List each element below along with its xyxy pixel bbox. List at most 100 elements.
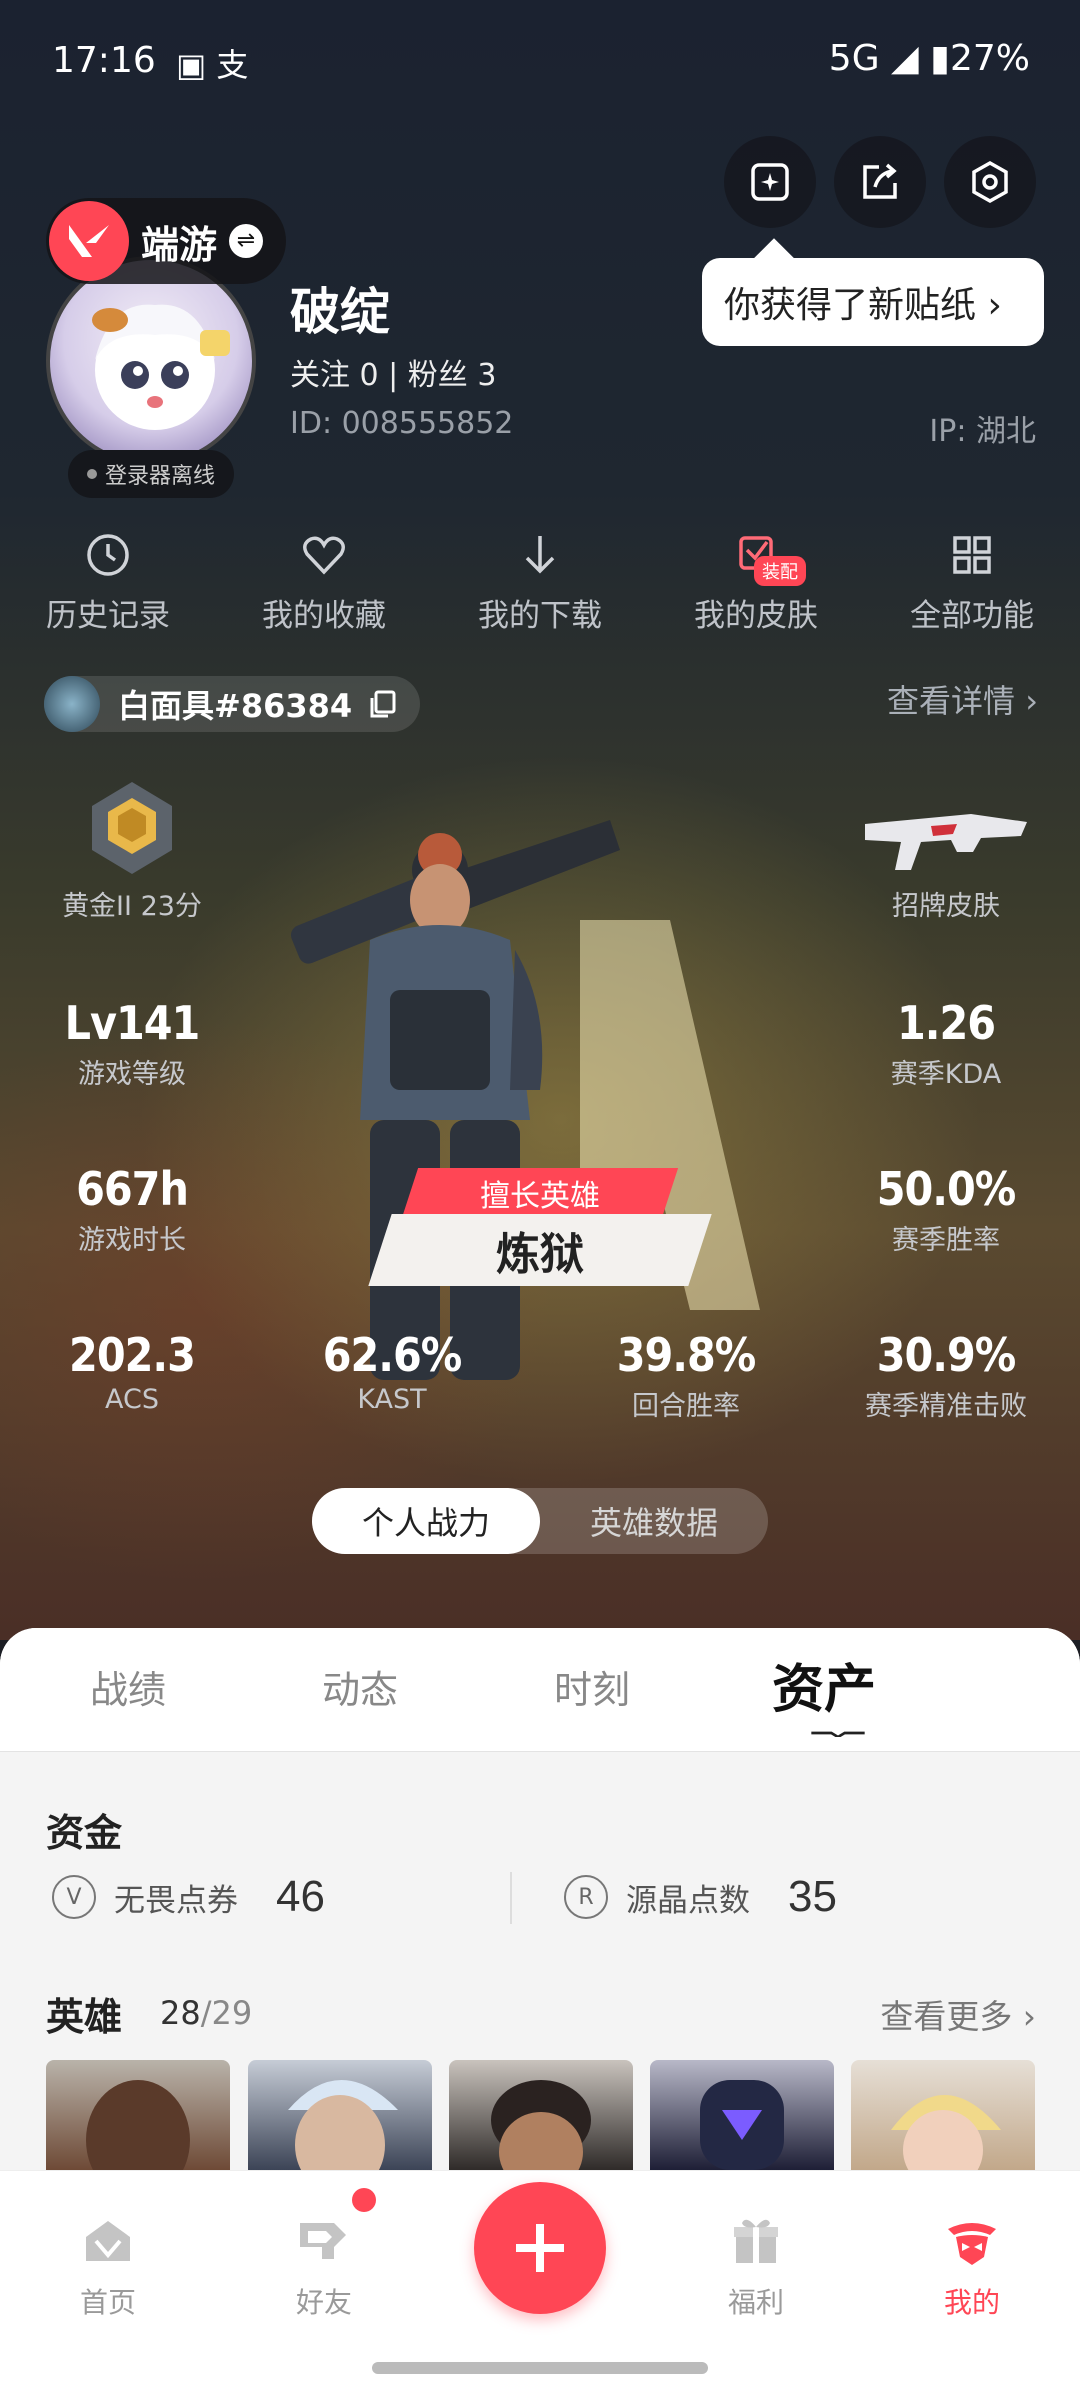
rank-label: 黄金II 23分 <box>62 891 202 922</box>
tab-moments[interactable]: 时刻 <box>476 1628 708 1751</box>
toggle-agent-data[interactable]: 英雄数据 <box>540 1488 768 1554</box>
heroes-count: 28/29 <box>160 1994 252 2032</box>
fund-rp: R 源晶点数 35 <box>564 1872 837 1922</box>
level-label: 游戏等级 <box>78 1059 186 1090</box>
status-time: 17:16 <box>52 40 156 81</box>
riot-id-chip[interactable]: 白面具#86384 <box>44 676 420 732</box>
gift-icon <box>734 2219 778 2263</box>
see-more-heroes[interactable]: 查看更多 › <box>880 1990 1036 2038</box>
hero-card[interactable] <box>650 2060 834 2170</box>
sticker-button[interactable] <box>724 136 816 228</box>
valorant-points-icon: V <box>52 1875 96 1919</box>
vp-label: 无畏点券 <box>114 1882 238 1919</box>
nav-welfare-label: 福利 <box>727 2286 784 2319</box>
notification-icons: ▣ 支 <box>176 46 249 84</box>
heart-icon <box>303 536 345 575</box>
hero-card[interactable] <box>248 2060 432 2170</box>
hero-portrait <box>491 2080 591 2170</box>
kast-value: 62.6% <box>322 1328 463 1382</box>
share-icon <box>863 163 897 199</box>
sticker-icon <box>751 163 789 201</box>
hero-portrait <box>288 2080 398 2170</box>
avatar[interactable] <box>46 256 256 466</box>
swap-icon: ⇌ <box>229 224 264 258</box>
tab-assets[interactable]: 资产 <box>708 1628 940 1751</box>
funds-title: 资金 <box>46 1811 123 1855</box>
funds-divider <box>510 1872 512 1924</box>
quick-downloads[interactable]: 我的下载 <box>432 520 648 650</box>
settings-icon <box>972 160 1008 204</box>
system-status: 5G ◢ ▮27% <box>828 38 1030 79</box>
quick-skins[interactable]: 装配 我的皮肤 <box>648 520 864 650</box>
quick-all-functions-label: 全部功能 <box>910 598 1034 634</box>
home-icon <box>86 2221 130 2261</box>
nav-home-label: 首页 <box>79 2286 136 2319</box>
rank-badge[interactable]: 黄金II 23分 <box>32 778 232 923</box>
stat-round-winrate: 39.8% 回合胜率 <box>586 1328 786 1423</box>
quick-actions: 历史记录 我的收藏 我的下载 装配 我的皮肤 全部功能 <box>0 520 1080 650</box>
view-detail-link[interactable]: 查看详情 › <box>887 676 1038 722</box>
quick-favorites-label: 我的收藏 <box>262 598 386 634</box>
settings-button[interactable] <box>944 136 1036 228</box>
launcher-status-label: 登录器离线 <box>104 464 215 489</box>
hero-card[interactable] <box>851 2060 1035 2170</box>
riot-avatar <box>44 676 100 732</box>
quick-all-functions[interactable]: 全部功能 <box>864 520 1080 650</box>
hero-portrait <box>86 2080 190 2170</box>
hero-card[interactable] <box>449 2060 633 2170</box>
copy-icon[interactable] <box>366 688 398 720</box>
nav-mine-label: 我的 <box>943 2286 1000 2319</box>
download-icon <box>525 536 555 574</box>
skin-label: 招牌皮肤 <box>892 891 1000 922</box>
user-id: ID: 008555852 <box>290 406 514 441</box>
follow-stats[interactable]: 关注 0 | 粉丝 3 <box>290 350 496 394</box>
home-indicator[interactable] <box>372 2362 708 2374</box>
offline-dot-icon <box>86 469 97 479</box>
toggle-personal-power[interactable]: 个人战力 <box>312 1488 540 1554</box>
new-sticker-tooltip[interactable]: 你获得了新贴纸 › <box>702 258 1044 346</box>
precise-label: 赛季精准击败 <box>865 1391 1027 1422</box>
quick-skins-label: 我的皮肤 <box>694 598 818 634</box>
riot-name: 白面具#86384 <box>118 687 353 725</box>
share-button[interactable] <box>834 136 926 228</box>
nav-friends[interactable]: 好友 <box>244 2201 404 2321</box>
hero-card[interactable] <box>46 2060 230 2170</box>
signature-skin[interactable]: 招牌皮肤 <box>846 800 1046 923</box>
acs-label: ACS <box>105 1384 159 1415</box>
nav-welfare[interactable]: 福利 <box>676 2201 836 2321</box>
kast-label: KAST <box>357 1384 427 1415</box>
stat-kda: 1.26 赛季KDA <box>846 996 1046 1091</box>
create-post-button[interactable] <box>474 2182 606 2314</box>
tab-assets-label: 资产 <box>771 1660 876 1720</box>
agent-profile-icon <box>948 2223 996 2265</box>
hero-portrait <box>891 2095 1001 2170</box>
acs-value: 202.3 <box>69 1328 196 1382</box>
stats-toggle: 个人战力 英雄数据 <box>312 1488 768 1554</box>
quick-favorites[interactable]: 我的收藏 <box>216 520 432 650</box>
friends-icon <box>300 2223 346 2259</box>
nav-friends-label: 好友 <box>295 2286 352 2319</box>
round-value: 39.8% <box>616 1328 757 1382</box>
signature-agent-name[interactable]: 炼狱 <box>368 1214 712 1286</box>
stat-hours: 667h 游戏时长 <box>32 1162 232 1257</box>
launcher-status: 登录器离线 <box>68 450 234 498</box>
heroes-total: /29 <box>200 1994 253 2032</box>
winrate-label: 赛季胜率 <box>892 1225 1000 1256</box>
heroes-title: 英雄 <box>46 1995 123 2039</box>
tab-record[interactable]: 战绩 <box>12 1628 244 1751</box>
kda-label: 赛季KDA <box>890 1059 1002 1090</box>
hours-label: 游戏时长 <box>78 1225 186 1256</box>
quick-history-label: 历史记录 <box>46 598 170 634</box>
grid-icon <box>953 536 991 574</box>
quick-history[interactable]: 历史记录 <box>0 520 216 650</box>
friends-notification-dot <box>352 2188 376 2212</box>
signature-agent-name-text: 炼狱 <box>496 1229 584 1280</box>
nav-home[interactable]: 首页 <box>28 2201 188 2321</box>
hours-value: 667h <box>76 1162 189 1216</box>
plus-icon <box>516 2224 564 2272</box>
signature-agent-tag: 擅长英雄 <box>401 1168 679 1218</box>
tab-feed[interactable]: 动态 <box>244 1628 476 1751</box>
avatar-illustration <box>92 304 230 430</box>
nav-mine[interactable]: 我的 <box>892 2201 1052 2321</box>
game-switcher[interactable]: 端游 ⇌ <box>46 198 286 284</box>
